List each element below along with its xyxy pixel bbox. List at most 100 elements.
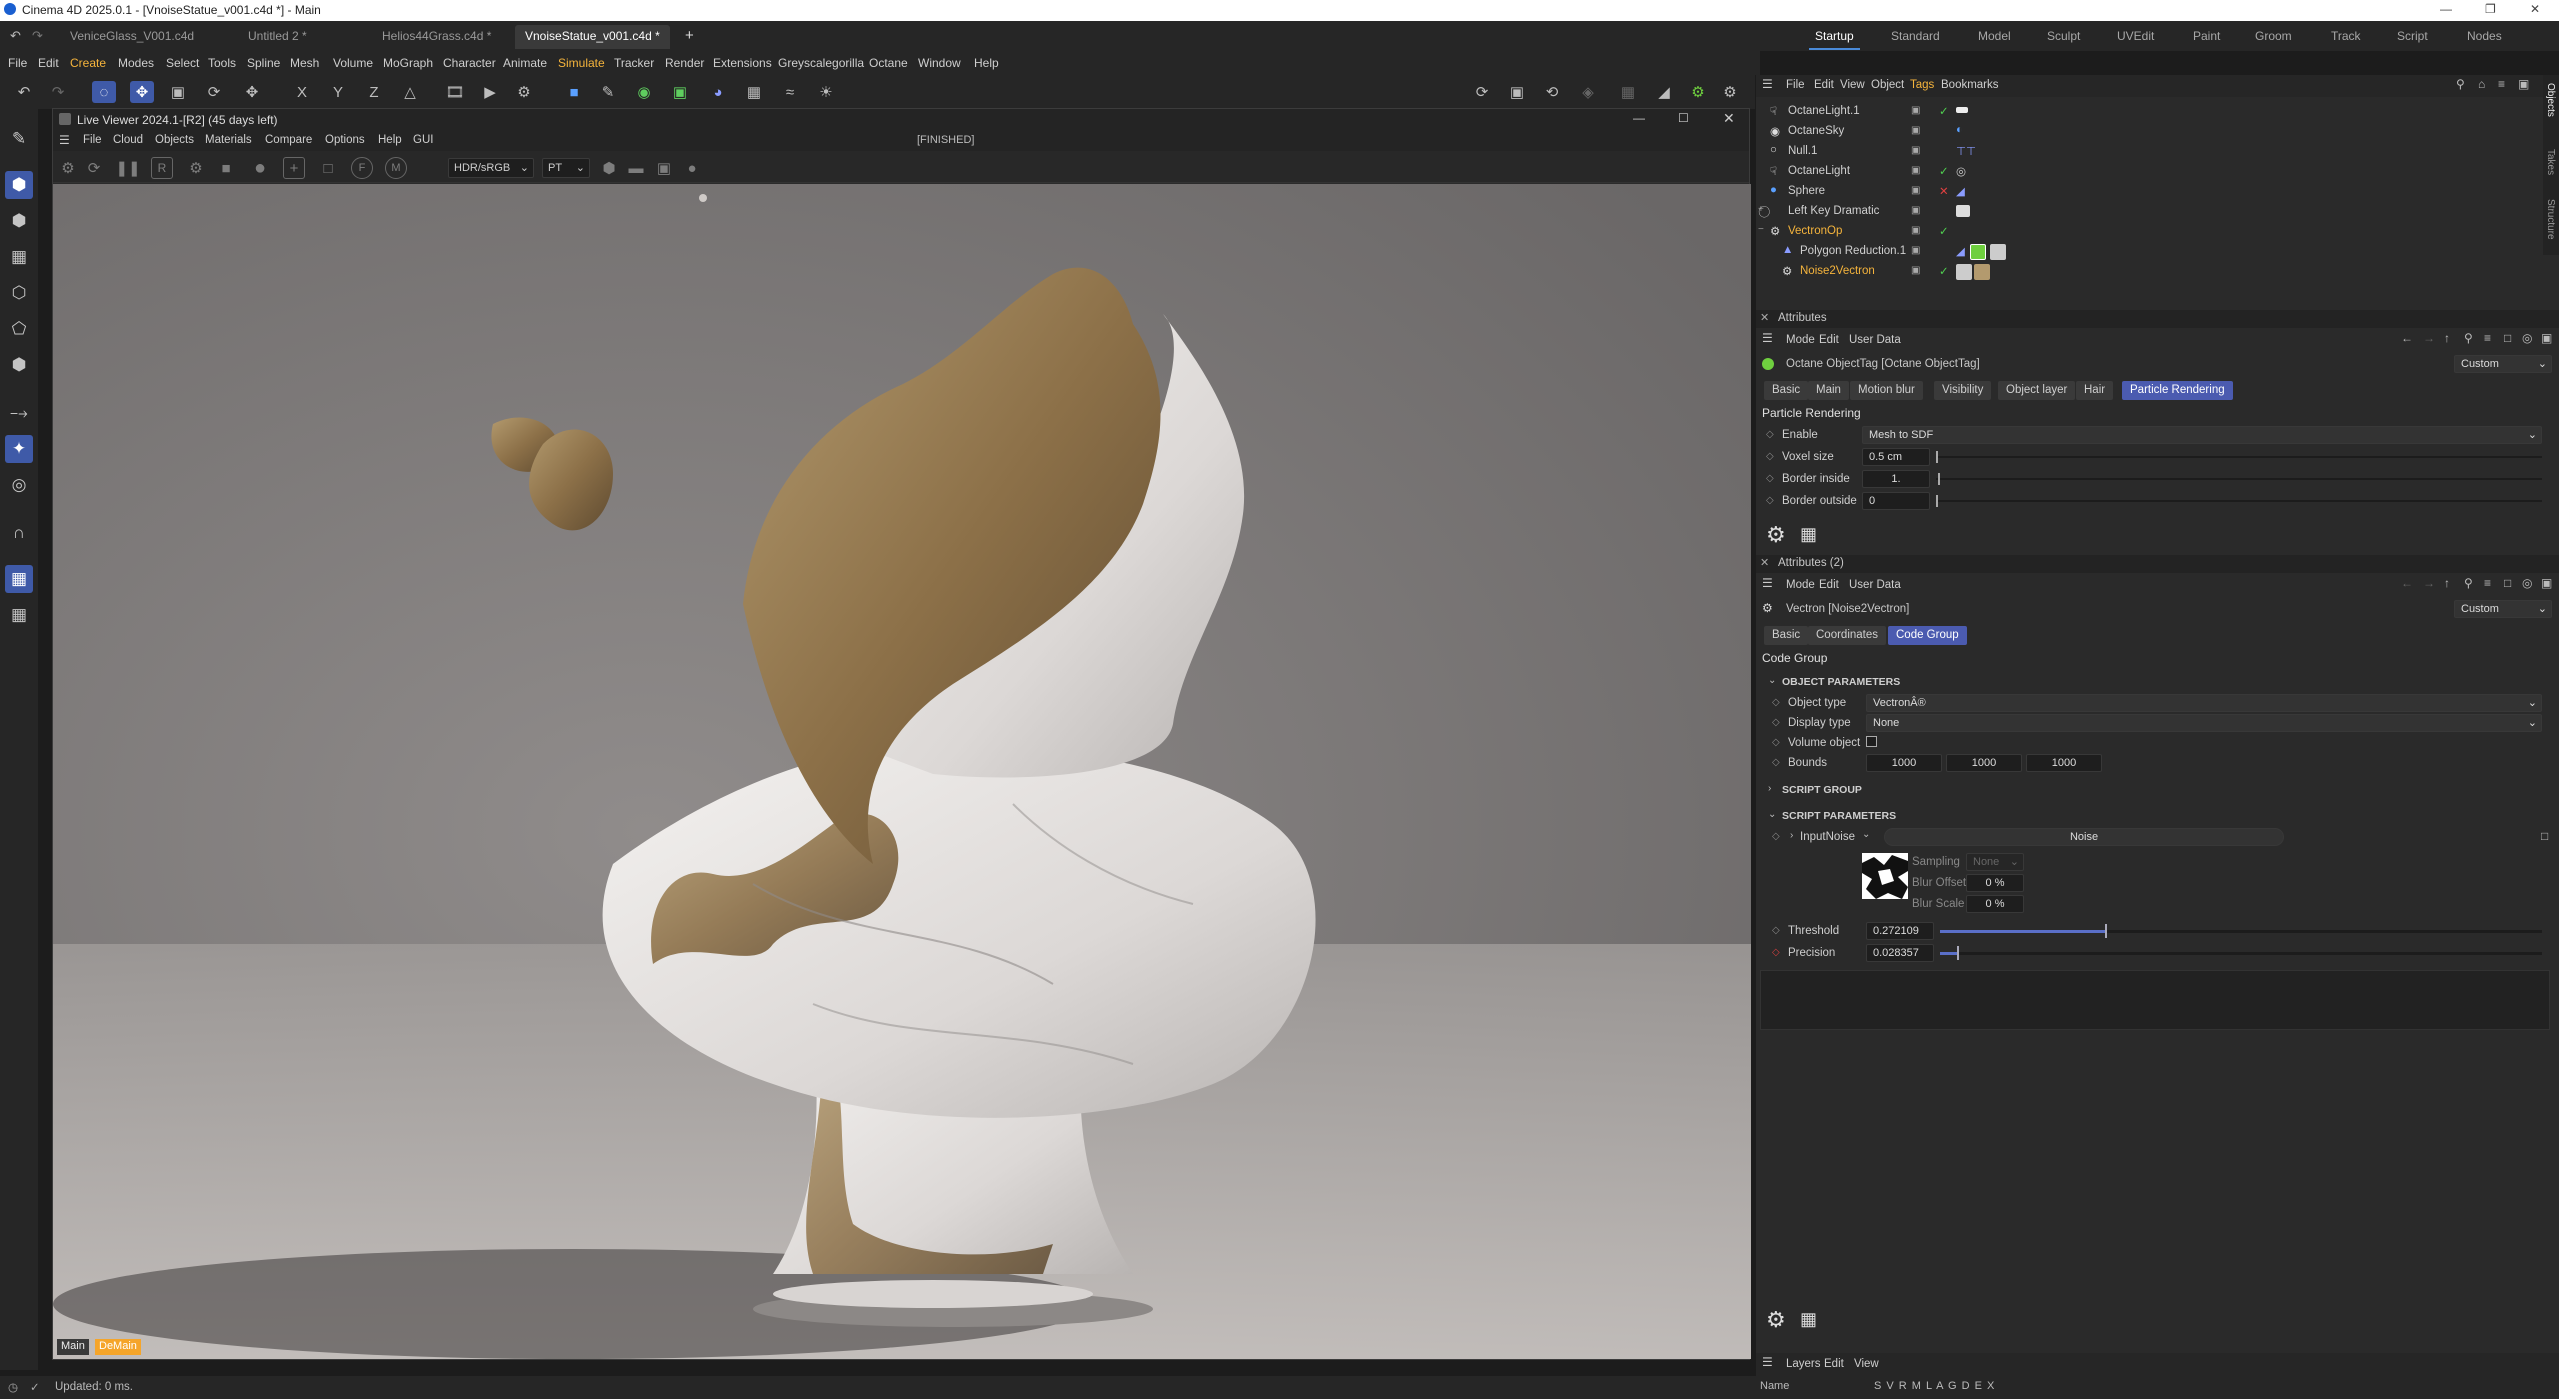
threshold-slider[interactable] — [1940, 924, 2542, 938]
model-mode-icon[interactable]: ⬢ — [5, 171, 33, 199]
tab-motion-blur[interactable]: Motion blur — [1850, 381, 1923, 400]
minimize-icon[interactable]: — — [1633, 111, 1645, 125]
viewport-frame-icon[interactable]: ▣ — [1505, 81, 1529, 103]
undo-icon[interactable]: ↶ — [12, 81, 36, 103]
layers-menu-view[interactable]: View — [1854, 1358, 1879, 1370]
viewport-option-icon[interactable]: ▦ — [1616, 81, 1640, 103]
render-canvas[interactable]: Main DeMain — [53, 184, 1751, 1359]
texture-mode-icon[interactable]: ⬢ — [5, 207, 33, 235]
menu-greyscalegorilla[interactable]: Greyscalegorilla — [778, 56, 864, 70]
lv-menu-cloud[interactable]: Cloud — [113, 134, 143, 146]
object-row[interactable]: +⃝Left Key Dramatic▣ — [1756, 202, 2543, 222]
script-group-header[interactable]: SCRIPT GROUP — [1782, 784, 1862, 796]
keyframe-icon[interactable]: ◇ — [1772, 925, 1780, 936]
new-window-icon[interactable]: ▣ — [2541, 331, 2552, 345]
footer-tab-demain[interactable]: DeMain — [95, 1339, 141, 1355]
keyframe-icon[interactable]: ◇ — [1772, 697, 1780, 708]
up-icon[interactable]: ↑ — [2444, 331, 2450, 345]
tab-coordinates[interactable]: Coordinates — [1808, 626, 1887, 645]
graph-icon[interactable]: ▦ — [1800, 524, 1817, 545]
lv-menu-file[interactable]: File — [83, 134, 102, 146]
sphere-icon[interactable]: ● — [681, 157, 703, 179]
film-icon[interactable]: ▬ — [625, 157, 647, 179]
pen-icon[interactable]: ✎ — [596, 81, 620, 103]
bounds-z-input[interactable]: 1000 — [2026, 754, 2102, 772]
menu-render[interactable]: Render — [665, 56, 704, 70]
border-inside-input[interactable]: 1. — [1862, 470, 1930, 488]
layout-model[interactable]: Model — [1978, 29, 2011, 43]
color-space-select[interactable]: HDR/sRGB ⌄ — [448, 158, 534, 178]
chevron-right-icon[interactable]: › — [1768, 783, 1771, 794]
lv-menu-help[interactable]: Help — [378, 134, 402, 146]
attr-menu-mode[interactable]: Mode — [1786, 579, 1815, 591]
layout-standard[interactable]: Standard — [1891, 29, 1940, 43]
close-icon[interactable]: ✕ — [2530, 2, 2540, 16]
tag-icon[interactable] — [1956, 205, 1970, 217]
reset-icon[interactable]: ⚙ — [57, 157, 79, 179]
lv-menu-options[interactable]: Options — [325, 134, 365, 146]
coordinate-system-icon[interactable]: △ — [398, 81, 422, 103]
layout-startup[interactable]: Startup — [1809, 29, 1860, 50]
object-type-select[interactable]: VectronÂ® ⌄ — [1866, 694, 2542, 712]
pick-icon[interactable]: ⬢ — [598, 157, 620, 179]
settings-icon[interactable]: ◎ — [2522, 576, 2532, 590]
vectron-help-icon[interactable]: ⚙ — [1766, 1307, 1786, 1333]
slider-track[interactable] — [1936, 451, 2542, 463]
light-icon[interactable]: ☀ — [814, 81, 838, 103]
tag-icon[interactable]: ◢ — [1956, 244, 1965, 258]
solo-icon[interactable]: ◎ — [5, 471, 33, 499]
settings-gear-icon[interactable]: ⚙ — [185, 157, 207, 179]
check-icon[interactable]: ✓ — [1939, 104, 1949, 118]
slider-track[interactable] — [1936, 473, 2542, 485]
back-icon[interactable]: ← — [2401, 331, 2413, 345]
blur-scale-input[interactable]: 0 % — [1966, 895, 2024, 913]
tab-visibility[interactable]: Visibility — [1934, 381, 1992, 400]
menu-animate[interactable]: Animate — [503, 56, 547, 70]
tab-basic[interactable]: Basic — [1764, 626, 1809, 645]
display-type-select[interactable]: None ⌄ — [1866, 714, 2542, 732]
graph-icon[interactable]: ▦ — [1800, 1309, 1817, 1330]
layers-menu-edit[interactable]: Edit — [1824, 1358, 1844, 1370]
blur-offset-input[interactable]: 0 % — [1966, 874, 2024, 892]
focus-button[interactable]: F — [351, 157, 373, 179]
keyframe-icon[interactable]: ◇ — [1766, 451, 1774, 462]
object-row[interactable]: ○ Null.1 ▣ ⊤⊤ — [1756, 142, 2543, 162]
volume-object-checkbox[interactable] — [1866, 736, 1877, 747]
home-icon[interactable]: ⌂ — [2478, 77, 2485, 91]
attr-menu-user-data[interactable]: User Data — [1849, 334, 1901, 346]
attr-menu-edit[interactable]: Edit — [1819, 579, 1839, 591]
side-tab-structure[interactable]: Structure — [2545, 199, 2556, 240]
filter-icon[interactable]: ≡ — [2484, 576, 2491, 590]
tab-object-layer[interactable]: Object layer — [1998, 381, 2076, 400]
tag-icon[interactable]: ⊤⊤ — [1956, 144, 1976, 158]
close-icon[interactable]: ✕ — [1760, 311, 1769, 324]
menu-tools[interactable]: Tools — [208, 56, 236, 70]
grid-icon[interactable]: ▦ — [5, 243, 33, 271]
menu-select[interactable]: Select — [166, 56, 199, 70]
footer-tab-main[interactable]: Main — [57, 1339, 89, 1355]
lock-icon[interactable]: □ — [2504, 331, 2511, 345]
viewport-rotate-icon[interactable]: ⟳ — [1470, 81, 1494, 103]
material-tag-icon[interactable] — [1956, 264, 1972, 280]
vectron-help-icon[interactable]: ⚙ — [1766, 522, 1786, 548]
polygons-mode-icon[interactable]: ⬢ — [5, 351, 33, 379]
keyframe-icon[interactable]: ◇ — [1772, 947, 1780, 958]
menu-create[interactable]: Create — [70, 56, 106, 70]
undo-icon[interactable]: ↶ — [10, 28, 21, 44]
paint-icon[interactable]: ✎ — [5, 125, 33, 153]
check-icon[interactable]: ✓ — [1939, 224, 1949, 238]
region-render-button[interactable]: R — [151, 157, 173, 179]
om-menu-edit[interactable]: Edit — [1814, 79, 1834, 91]
keyframe-icon[interactable]: ◇ — [1766, 495, 1774, 506]
octane-settings-icon[interactable]: ⚙ — [1718, 81, 1742, 103]
maximize-icon[interactable]: ☐ — [1678, 111, 1689, 125]
om-menu-bookmarks[interactable]: Bookmarks — [1941, 79, 1999, 91]
clay-icon[interactable]: □ — [317, 157, 339, 179]
check-icon[interactable]: ✓ — [1939, 164, 1949, 178]
redo-icon[interactable]: ↷ — [46, 81, 70, 103]
om-menu-view[interactable]: View — [1840, 79, 1865, 91]
menu-window[interactable]: Window — [918, 56, 961, 70]
axis-x-button[interactable]: X — [290, 81, 314, 103]
doc-tab[interactable]: Helios44Grass.c4d * — [372, 25, 501, 49]
menu-tracker[interactable]: Tracker — [614, 56, 654, 70]
